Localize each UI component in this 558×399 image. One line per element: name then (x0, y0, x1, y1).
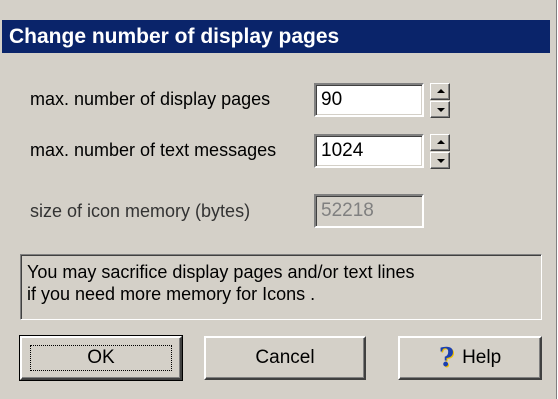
dialog-window: Change number of display pages max. numb… (0, 0, 557, 399)
info-message-line-1: You may sacrifice display pages and/or t… (27, 262, 415, 282)
text-messages-spin-down-button[interactable] (430, 152, 450, 169)
spin-down-icon (437, 159, 445, 163)
display-pages-label: max. number of display pages (30, 89, 271, 109)
spin-up-icon (437, 140, 445, 144)
ok-button[interactable]: OK (19, 335, 183, 381)
icon-memory-label: size of icon memory (bytes) (30, 201, 251, 221)
info-message: You may sacrifice display pages and/or t… (20, 254, 542, 320)
display-pages-spin-down-button[interactable] (430, 101, 450, 118)
focus-rectangle (30, 345, 172, 371)
display-pages-input[interactable]: 90 (314, 83, 424, 117)
cancel-button-label: Cancel (255, 347, 315, 368)
text-messages-spinner (430, 134, 450, 170)
spin-up-icon (437, 89, 445, 93)
display-pages-spinner (430, 83, 450, 119)
cancel-button[interactable]: Cancel (204, 336, 366, 380)
text-messages-label: max. number of text messages (30, 140, 277, 160)
info-message-line-2: if you need more memory for Icons . (27, 284, 316, 304)
text-messages-input[interactable]: 1024 (314, 134, 424, 168)
dialog-title: Change number of display pages (2, 20, 550, 53)
spin-down-icon (437, 108, 445, 112)
help-button[interactable]: ? Help (398, 336, 542, 380)
icon-memory-field: 52218 (314, 194, 424, 228)
help-button-label: Help (462, 347, 502, 368)
text-messages-spin-up-button[interactable] (430, 134, 450, 151)
display-pages-spin-up-button[interactable] (430, 83, 450, 100)
question-mark-icon: ? (438, 343, 455, 373)
